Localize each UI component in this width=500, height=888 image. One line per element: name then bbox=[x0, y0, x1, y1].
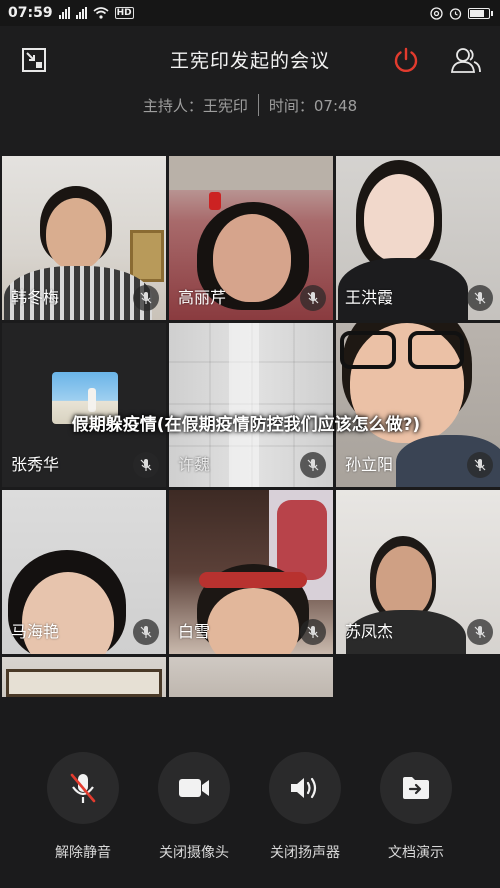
camera-circle[interactable] bbox=[158, 752, 230, 824]
speaker-off-button[interactable]: 关闭扬声器 bbox=[250, 752, 360, 862]
participant-name: 许魏 bbox=[178, 455, 211, 474]
network-badge: HD bbox=[114, 7, 134, 19]
participant-name: 高丽芹 bbox=[178, 288, 227, 307]
mic-muted-icon bbox=[140, 292, 152, 304]
video-tile[interactable]: 苏凤杰 bbox=[336, 490, 500, 654]
unmute-circle[interactable] bbox=[47, 752, 119, 824]
video-tile-partial[interactable] bbox=[169, 657, 333, 697]
camera-label: 关闭摄像头 bbox=[159, 845, 229, 861]
video-tile-partial[interactable] bbox=[2, 657, 166, 697]
at-icon bbox=[430, 6, 443, 20]
signal-2-icon bbox=[75, 7, 87, 19]
video-tile[interactable]: 马海艳 bbox=[2, 490, 166, 654]
speaker-icon bbox=[291, 777, 317, 799]
speaker-label: 关闭扬声器 bbox=[270, 845, 340, 861]
participant-name: 苏凤杰 bbox=[345, 622, 394, 641]
mic-muted-indicator bbox=[467, 452, 493, 478]
video-tile[interactable]: 孙立阳 bbox=[336, 323, 500, 487]
mic-muted-icon bbox=[140, 626, 152, 638]
mic-muted-icon bbox=[307, 459, 319, 471]
battery-icon bbox=[468, 7, 493, 19]
host-label: 主持人：王宪印 bbox=[142, 96, 248, 115]
share-circle[interactable] bbox=[380, 752, 452, 824]
camera-off-button[interactable]: 关闭摄像头 bbox=[139, 752, 249, 862]
mic-muted-indicator bbox=[300, 452, 326, 478]
mic-muted-indicator bbox=[300, 619, 326, 645]
mic-muted-indicator bbox=[133, 452, 159, 478]
mic-muted-icon bbox=[307, 292, 319, 304]
meeting-meta: 主持人：王宪印 时间：07:48 bbox=[0, 94, 500, 116]
power-icon bbox=[394, 47, 418, 73]
overlay-caption: 假期躲疫情(在假期疫情防控我们应该怎么做?) bbox=[71, 415, 421, 435]
document-share-icon bbox=[403, 777, 429, 799]
unmute-button[interactable]: 解除静音 bbox=[28, 752, 138, 862]
video-tile[interactable]: 王洪霞 bbox=[336, 156, 500, 320]
participant-name: 张秀华 bbox=[11, 455, 60, 474]
camera-icon bbox=[179, 779, 209, 797]
time-label: 时间：07:48 bbox=[268, 96, 358, 115]
mic-muted-indicator bbox=[300, 285, 326, 311]
participant-name: 韩冬梅 bbox=[11, 288, 60, 307]
participant-name: 马海艳 bbox=[11, 622, 60, 641]
video-tile[interactable]: 白雪 bbox=[169, 490, 333, 654]
share-label: 文档演示 bbox=[388, 845, 444, 861]
unmute-label: 解除静音 bbox=[55, 845, 111, 861]
participant-name: 白雪 bbox=[178, 622, 211, 641]
alarm-icon bbox=[449, 7, 462, 20]
mic-muted-icon bbox=[474, 459, 486, 471]
participant-name: 王洪霞 bbox=[345, 288, 394, 307]
wifi-icon bbox=[93, 7, 109, 19]
status-time: 07:59 bbox=[8, 5, 53, 21]
mic-muted-indicator bbox=[467, 619, 493, 645]
speaker-circle[interactable] bbox=[269, 752, 341, 824]
mic-muted-indicator bbox=[467, 285, 493, 311]
mic-muted-indicator bbox=[133, 619, 159, 645]
meeting-header: 王宪印发起的会议 主持人：王宪印 时间：07:48 bbox=[0, 26, 500, 150]
meta-divider bbox=[257, 94, 259, 116]
video-tile[interactable]: 韩冬梅 bbox=[2, 156, 166, 320]
control-toolbar: 解除静音 关闭摄像头 关闭扬声器 文档演示 bbox=[0, 752, 500, 888]
signal-icon bbox=[58, 7, 70, 19]
mic-muted-icon bbox=[70, 773, 96, 803]
mic-muted-icon bbox=[140, 459, 152, 471]
video-tile[interactable]: 许魏 bbox=[169, 323, 333, 487]
mic-muted-indicator bbox=[133, 285, 159, 311]
participants-button[interactable] bbox=[446, 40, 486, 80]
mic-muted-icon bbox=[307, 626, 319, 638]
participant-name: 孙立阳 bbox=[345, 455, 394, 474]
mic-muted-icon bbox=[474, 626, 486, 638]
mic-muted-icon bbox=[474, 292, 486, 304]
video-tile[interactable]: 高丽芹 bbox=[169, 156, 333, 320]
end-meeting-button[interactable] bbox=[386, 40, 426, 80]
participants-icon bbox=[451, 48, 481, 73]
document-share-button[interactable]: 文档演示 bbox=[361, 752, 471, 862]
status-bar: 07:59 HD bbox=[0, 0, 500, 26]
